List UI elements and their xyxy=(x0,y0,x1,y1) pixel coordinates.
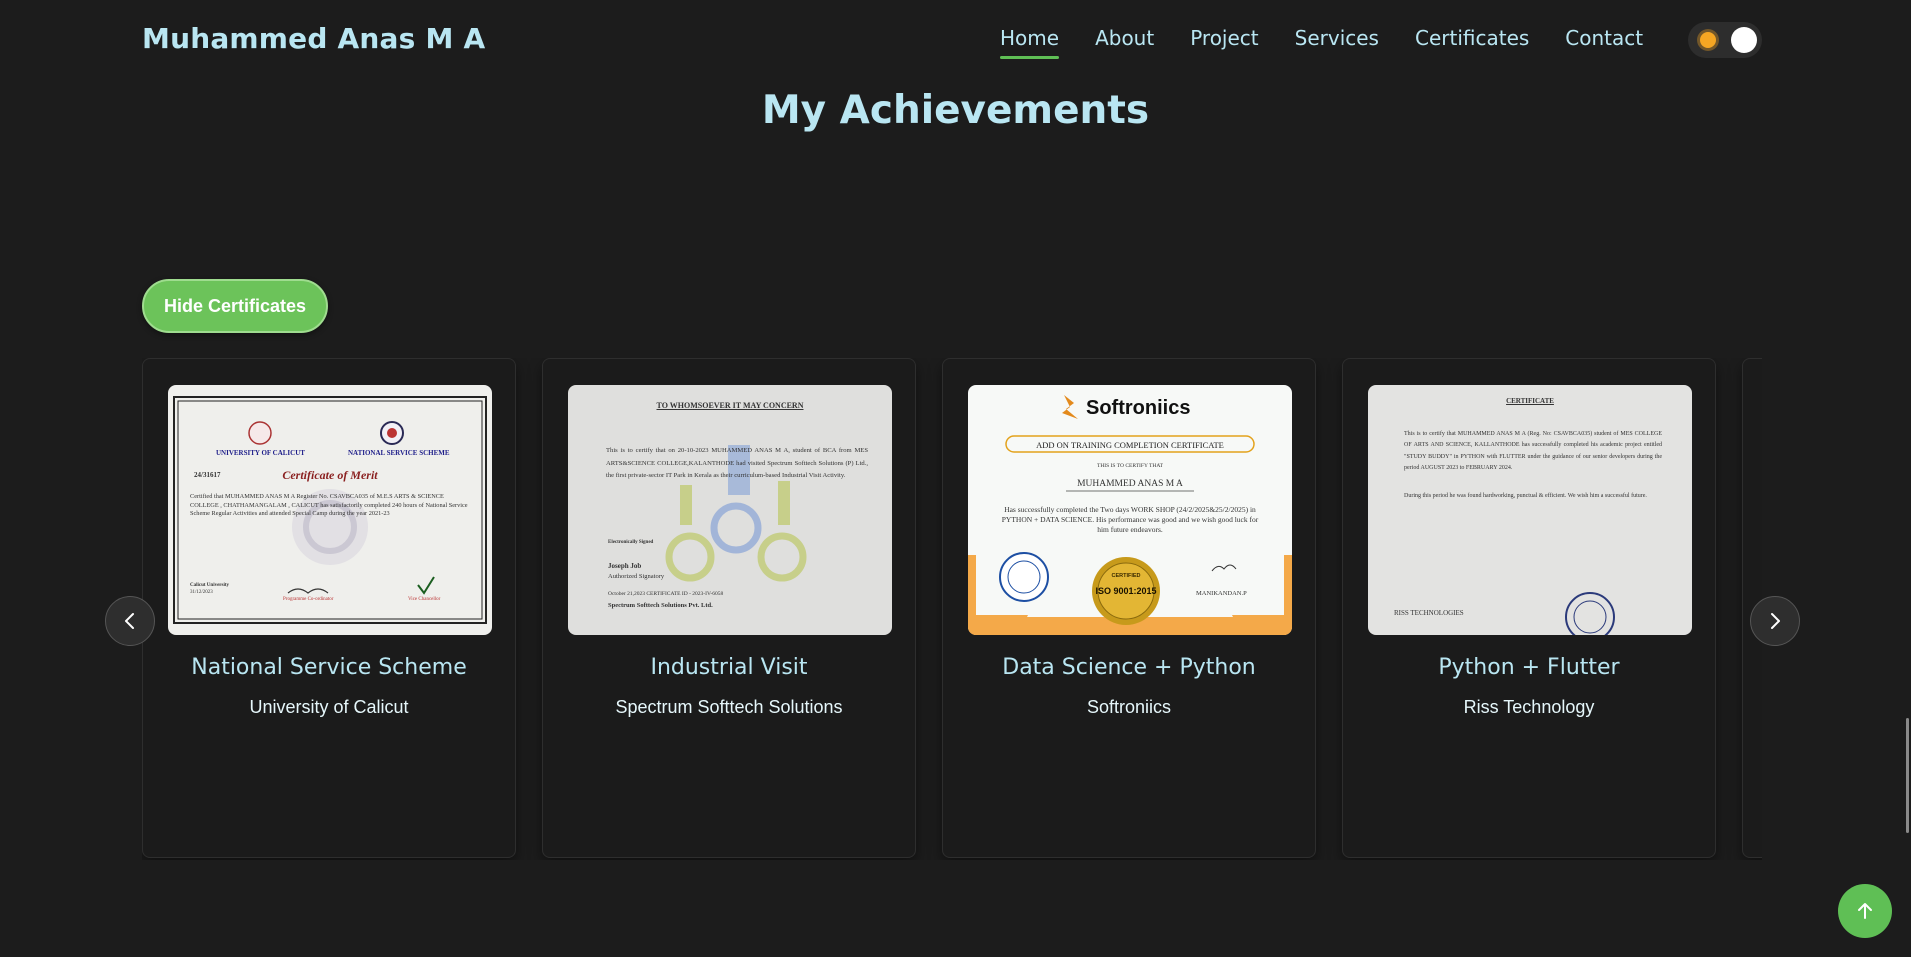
cert-banner: ADD ON TRAINING COMPLETION CERTIFICATE xyxy=(1036,440,1224,450)
nav-services[interactable]: Services xyxy=(1295,26,1379,50)
card-title: Python + Flutter xyxy=(1438,655,1620,680)
cert-heading: Certificate of Merit xyxy=(282,468,378,482)
card-title: Data Science + Python xyxy=(1002,655,1256,680)
nav-about[interactable]: About xyxy=(1095,26,1154,50)
cert-heading: TO WHOMSOEVER IT MAY CONCERN xyxy=(656,401,804,410)
card-issuer: University of Calicut xyxy=(249,697,409,717)
arrow-up-icon xyxy=(1858,903,1872,919)
certificates-carousel: UNIVERSITY OF CALICUT NATIONAL SERVICE S… xyxy=(142,358,1762,860)
nav-contact[interactable]: Contact xyxy=(1565,26,1643,50)
nav-home[interactable]: Home xyxy=(1000,26,1060,59)
card-issuer: Riss Technology xyxy=(1463,697,1595,717)
page-scrollbar[interactable] xyxy=(1906,718,1909,833)
certificate-image: UNIVERSITY OF CALICUT NATIONAL SERVICE S… xyxy=(168,385,492,635)
hide-certificates-button[interactable]: Hide Certificates xyxy=(142,279,328,333)
cert-company: Spectrum Softtech Solutions Pvt. Ltd. xyxy=(608,602,713,609)
cert-mid-sign: Programme Co-ordinator xyxy=(283,597,334,602)
cert-date: 31/12/2023 xyxy=(190,590,213,595)
cert-id: October 21,2023 CERTIFICATE ID - 2023-IV… xyxy=(608,591,724,597)
certificate-card[interactable]: TO WHOMSOEVER IT MAY CONCERN This is to … xyxy=(542,358,916,858)
iso-seal-top: CERTIFIED xyxy=(1111,573,1141,579)
brand-name[interactable]: Muhammed Anas M A xyxy=(142,22,485,55)
cert-left-sign: Calicut University xyxy=(190,583,230,588)
chevron-left-icon xyxy=(125,613,134,629)
certificate-card[interactable]: UNIVERSITY OF CALICUT NATIONAL SERVICE S… xyxy=(142,358,516,858)
card-issuer: Spectrum Softtech Solutions xyxy=(615,697,843,717)
cert-signer-name: Joseph Job xyxy=(608,562,642,570)
certificate-image: CERTIFICATE This is to certify that MUHA… xyxy=(1368,385,1692,635)
page: Muhammed Anas M A Home About Project Ser… xyxy=(0,0,1911,957)
softroniics-logo: Softroniics xyxy=(1086,397,1191,419)
sun-icon xyxy=(1700,32,1716,48)
iso-seal-label: ISO 9001:2015 xyxy=(1095,586,1157,596)
certificate-image: Softroniics ADD ON TRAINING COMPLETION C… xyxy=(968,385,1292,635)
cert-body: This is to certify that MUHAMMED ANAS M … xyxy=(1404,431,1662,472)
cert-body: This is to certify that on 20-10-2023 MU… xyxy=(606,447,868,480)
chevron-right-icon xyxy=(1771,613,1780,629)
nav-menu: Home About Project Services Certificates… xyxy=(1000,26,1679,59)
cert-heading: CERTIFICATE xyxy=(1506,397,1554,405)
cert-signed: Electronically Signed xyxy=(608,540,654,545)
theme-toggle[interactable] xyxy=(1688,22,1762,58)
nav-project[interactable]: Project xyxy=(1190,26,1258,50)
certificate-image: TO WHOMSOEVER IT MAY CONCERN This is to … xyxy=(568,385,892,635)
top-nav-bar: Muhammed Anas M A Home About Project Ser… xyxy=(0,0,1911,80)
card-title: National Service Scheme xyxy=(191,655,467,680)
nav-certificates[interactable]: Certificates xyxy=(1415,26,1529,50)
carousel-prev-button[interactable] xyxy=(105,596,155,646)
section-title: My Achievements xyxy=(761,88,1150,133)
cert-signer: MANIKANDAN.P xyxy=(1196,590,1247,597)
card-issuer: Softroniics xyxy=(1086,697,1172,717)
cert-right-sign: Vice Chancellor xyxy=(408,597,441,602)
cert-header-right: NATIONAL SERVICE SCHEME xyxy=(348,449,450,457)
cert-body-2: During this period he was found hardwork… xyxy=(1404,493,1647,499)
cert-certify: THIS IS TO CERTIFY THAT xyxy=(1096,463,1164,469)
cert-header-left: UNIVERSITY OF CALICUT xyxy=(216,449,305,457)
certificate-card[interactable]: CERTIFICATE This is to certify that MUHA… xyxy=(1342,358,1716,858)
cert-body: Certified that MUHAMMED ANAS M A Registe… xyxy=(190,493,468,517)
card-title: Industrial Visit xyxy=(650,655,808,680)
cert-footer: RISS TECHNOLOGIES xyxy=(1394,609,1464,617)
cert-body: Has successfully completed the Two days … xyxy=(1001,505,1259,535)
certificate-card[interactable]: Softroniics ADD ON TRAINING COMPLETION C… xyxy=(942,358,1316,858)
scroll-to-top-button[interactable] xyxy=(1838,884,1892,938)
cert-name: MUHAMMED ANAS M A xyxy=(1077,479,1183,489)
carousel-next-button[interactable] xyxy=(1750,596,1800,646)
cert-signer-role: Authorized Signatory xyxy=(608,573,665,580)
toggle-knob xyxy=(1731,27,1757,53)
